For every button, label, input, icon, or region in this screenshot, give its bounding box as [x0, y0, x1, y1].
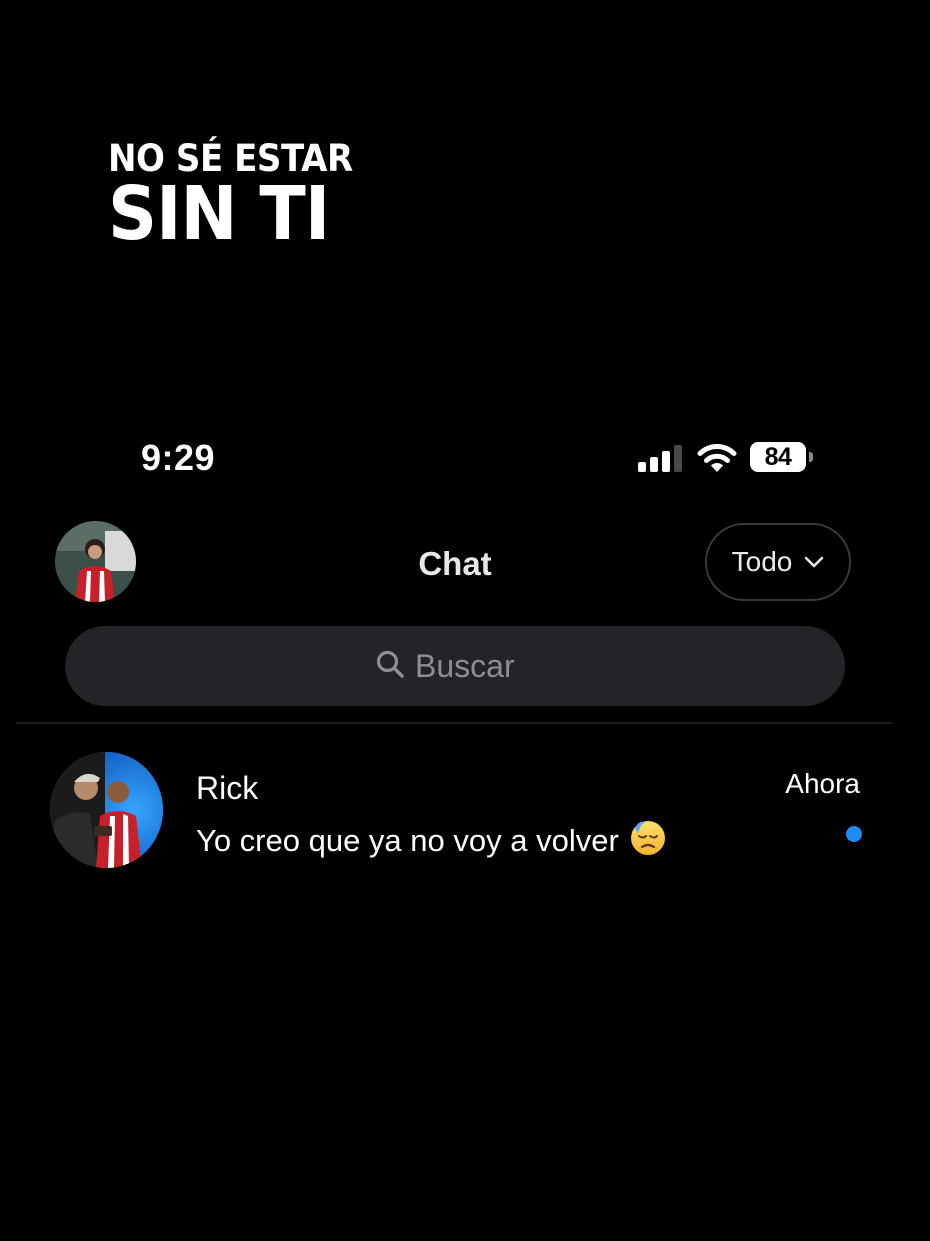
chevron-down-icon [804, 556, 824, 568]
chat-timestamp: Ahora [785, 768, 860, 799]
search-input[interactable] [415, 647, 535, 685]
battery-icon: 84 [750, 442, 813, 472]
filter-label: Todo [731, 546, 793, 577]
battery-terminal [809, 452, 813, 462]
search-icon [375, 649, 405, 684]
cellular-signal-icon [638, 442, 684, 472]
search-bar[interactable] [65, 626, 845, 706]
status-icons: 84 [638, 440, 813, 474]
overlay-caption: NO SÉ ESTAR SIN TI [108, 140, 374, 251]
chat-last-message: Yo creo que ya no voy a volver [196, 818, 667, 864]
header-divider [16, 722, 893, 724]
chat-list-item[interactable]: Rick Yo creo que ya no voy a volver Ahor… [0, 740, 930, 880]
wifi-icon [696, 441, 738, 473]
avatar [50, 752, 163, 868]
status-time: 9:29 [141, 437, 216, 478]
sad-sweat-emoji-icon [629, 818, 667, 864]
battery-level: 84 [764, 442, 792, 471]
chat-contact-name: Rick [196, 770, 259, 806]
filter-dropdown-button[interactable]: Todo [705, 523, 851, 601]
overlay-caption-line2: SIN TI [108, 171, 330, 257]
unread-indicator [846, 826, 862, 842]
chat-message-text: Yo creo que ya no voy a volver [196, 823, 619, 858]
